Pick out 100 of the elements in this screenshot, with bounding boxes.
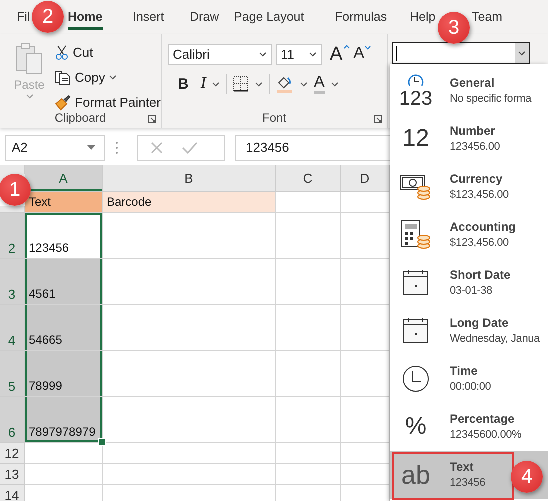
table-cell: 54665 <box>25 305 103 351</box>
menu-item[interactable]: % Percentage 12345600.00% <box>390 403 548 451</box>
group-label: Clipboard <box>54 111 106 125</box>
row-header[interactable]: 6 <box>0 397 25 443</box>
menu-item[interactable]: Time 00:00:00 <box>390 355 548 403</box>
format-icon-text: 12 <box>402 127 430 151</box>
format-example: No specific forma <box>450 92 532 107</box>
font-color-button[interactable]: A <box>314 74 325 94</box>
caret-icon[interactable] <box>212 82 220 86</box>
format-name: Long Date <box>450 315 510 331</box>
paintbrush-icon[interactable] <box>55 94 72 110</box>
borders-icon[interactable] <box>233 76 250 92</box>
caret-icon[interactable] <box>518 50 526 56</box>
fill-color-icon[interactable] <box>276 75 294 93</box>
font-size-field[interactable]: 11 <box>276 44 322 64</box>
clipboard-icon[interactable] <box>14 42 44 76</box>
format-name: Accounting <box>450 219 516 235</box>
caret-down-icon <box>365 46 372 50</box>
format-example: 123456.00 <box>450 140 500 155</box>
table-cell <box>276 213 341 259</box>
format-example: $123,456.00 <box>450 188 509 203</box>
format-name: Currency <box>450 171 504 187</box>
format-name: Short Date <box>450 267 511 283</box>
menu-item[interactable]: Accounting $123,456.00 <box>390 211 548 259</box>
menu-item[interactable]: Long Date Wednesday, Janua <box>390 307 548 355</box>
format-name: Percentage <box>450 411 516 427</box>
row-header[interactable]: 14 <box>0 485 25 501</box>
ribbon-tab[interactable]: Team <box>472 4 503 30</box>
menu-item[interactable]: Currency $123,456.00 <box>390 163 548 211</box>
fill-handle[interactable] <box>98 438 106 446</box>
dialog-launcher-icon[interactable] <box>148 115 157 124</box>
font-family-field[interactable]: Calibri <box>168 44 272 64</box>
table-cell <box>276 464 341 485</box>
menu-item[interactable]: 123 General No specific forma <box>390 67 548 115</box>
cut-button[interactable]: Cut <box>73 45 94 60</box>
ribbon-tab[interactable]: Page Layout <box>234 4 304 30</box>
format-icon-text: % <box>405 415 427 439</box>
caret-icon[interactable] <box>255 82 264 86</box>
table-cell: 78999 <box>25 351 103 397</box>
italic-button[interactable]: I <box>200 76 206 92</box>
ribbon-tab[interactable]: Help <box>410 4 436 30</box>
format-painter-button[interactable]: Format Painter <box>75 95 161 110</box>
copy-button[interactable]: Copy <box>75 70 106 85</box>
table-cell <box>276 443 341 464</box>
caret-icon[interactable] <box>109 75 118 80</box>
name-box[interactable]: A2 <box>5 134 105 160</box>
table-cell: 123456 <box>25 213 103 259</box>
row-header[interactable]: 13 <box>0 464 25 485</box>
caret-icon[interactable] <box>309 52 317 56</box>
table-cell: 4561 <box>25 259 103 305</box>
ribbon-tab[interactable]: Draw <box>190 4 220 30</box>
ribbon-tab[interactable]: Formulas <box>335 4 388 30</box>
format-icon-text: 123 <box>399 89 433 109</box>
table-cell: 7897978979 <box>25 397 103 443</box>
caret-up-icon <box>344 44 350 48</box>
ribbon-tab[interactable]: Fil <box>17 4 30 30</box>
number-format-field[interactable] <box>392 42 530 64</box>
menu-item[interactable]: Short Date 03-01-38 <box>390 259 548 307</box>
ribbon-tab[interactable]: Insert <box>133 4 164 30</box>
caret-icon[interactable] <box>259 52 267 56</box>
grow-font-button[interactable]: A <box>330 44 350 64</box>
clock-icon <box>402 365 430 393</box>
format-name: Text <box>450 459 475 475</box>
row-header[interactable]: 2 <box>0 213 25 259</box>
format-name: General <box>450 75 496 91</box>
clock-icon <box>406 73 426 89</box>
table-cell <box>276 192 341 213</box>
shrink-font-button[interactable]: A <box>354 46 372 62</box>
grip-icon <box>115 140 119 154</box>
group-label: Font <box>262 111 286 125</box>
format-example: Wednesday, Janua <box>450 332 540 347</box>
caret-icon[interactable] <box>300 82 308 86</box>
copy-icon[interactable] <box>55 70 72 86</box>
table-cell <box>276 397 341 443</box>
format-example: $123,456.00 <box>450 236 510 251</box>
ribbon-tab[interactable]: Home <box>68 4 103 30</box>
calculator-coins-icon <box>400 220 432 250</box>
row-header[interactable]: 12 <box>0 443 25 464</box>
formula-field[interactable]: 123456 <box>235 134 390 160</box>
table-cell <box>276 351 341 397</box>
format-icon-text: ab <box>402 462 430 488</box>
column-header[interactable]: A <box>25 165 103 192</box>
format-name: Number <box>450 123 496 139</box>
row-header[interactable]: 3 <box>0 259 25 305</box>
row-header[interactable]: 5 <box>0 351 25 397</box>
menu-item[interactable]: 12 Number 123456.00 <box>390 115 548 163</box>
table-cell <box>276 259 341 305</box>
dialog-launcher-icon[interactable] <box>374 115 383 124</box>
table-cell <box>276 305 341 351</box>
format-example: 12345600.00% <box>450 428 522 443</box>
row-header[interactable]: 4 <box>0 305 25 351</box>
bold-button[interactable]: B <box>178 76 189 92</box>
check-icon[interactable] <box>182 140 198 154</box>
table-cell: Text <box>25 192 103 213</box>
column-header[interactable]: C <box>276 165 341 192</box>
format-example: 00:00:00 <box>450 380 492 395</box>
table-cell: Barcode <box>103 192 276 213</box>
scissors-icon[interactable] <box>55 44 70 60</box>
caret-icon[interactable] <box>330 82 339 86</box>
format-name: Time <box>450 363 479 379</box>
